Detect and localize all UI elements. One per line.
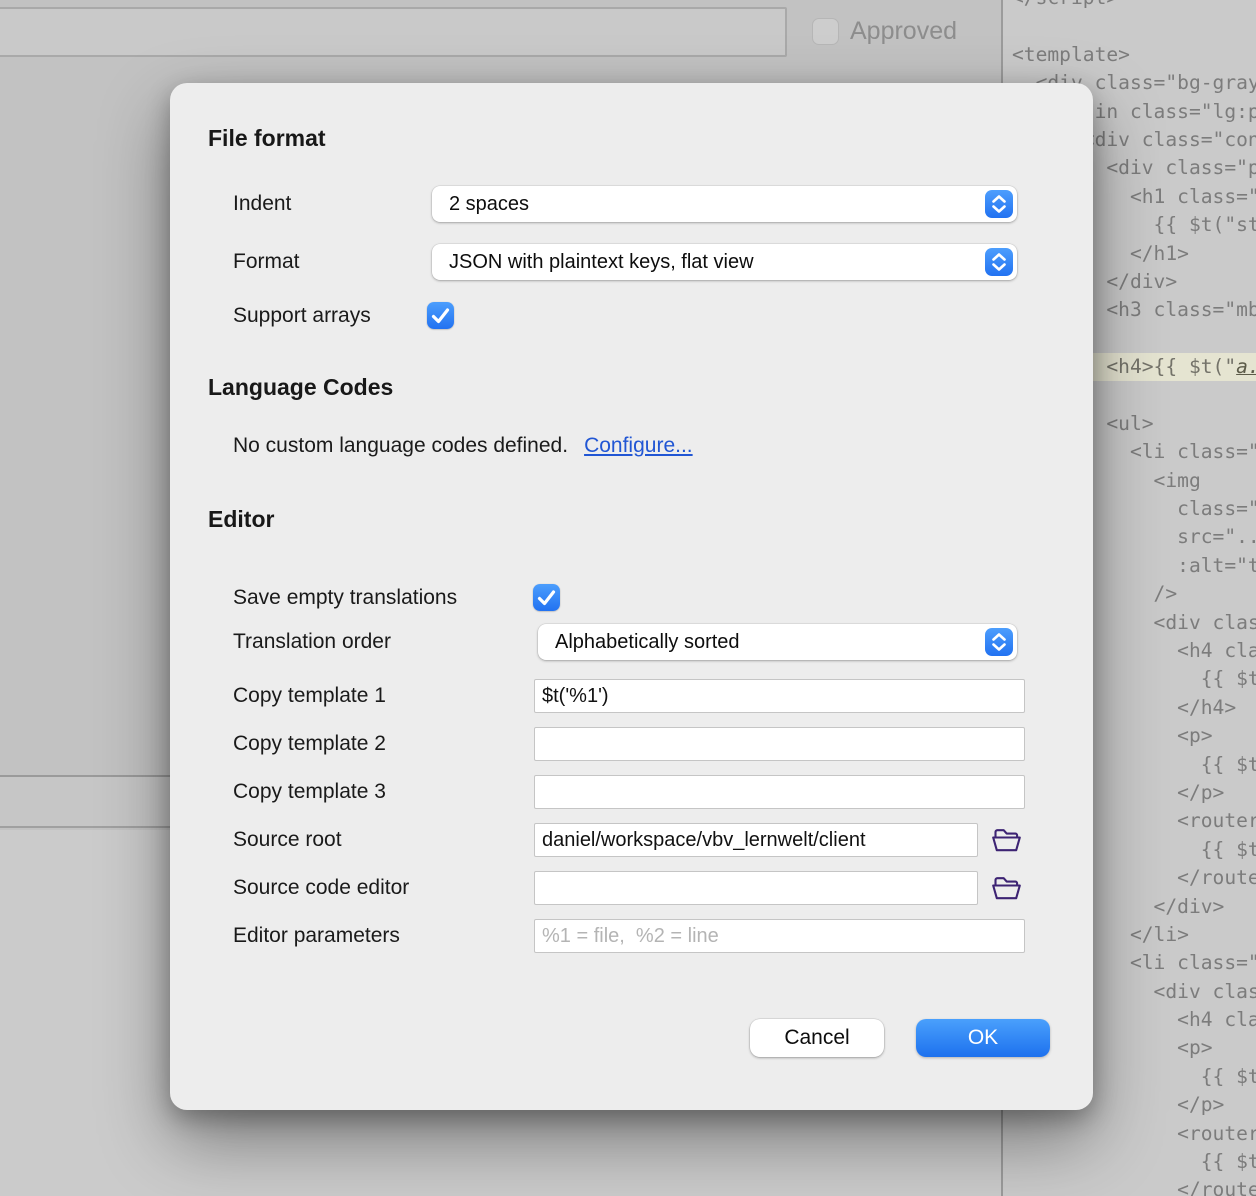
editor-parameters-row: Editor parameters: [170, 918, 1093, 954]
select-stepper-icon: [985, 190, 1013, 218]
format-select[interactable]: JSON with plaintext keys, flat view: [432, 244, 1017, 280]
translation-key-link[interactable]: a.: [1236, 355, 1256, 378]
format-label: Format: [233, 244, 300, 280]
file-format-heading: File format: [208, 123, 326, 153]
language-codes-status: No custom language codes defined. Config…: [233, 428, 693, 464]
language-codes-row: No custom language codes defined. Config…: [170, 428, 1093, 464]
format-select-value: JSON with plaintext keys, flat view: [432, 251, 754, 274]
copy-template-3-label: Copy template 3: [233, 774, 386, 810]
translation-order-row: Translation order Alphabetically sorted: [170, 624, 1093, 660]
code-line: </script>: [1003, 0, 1256, 12]
format-row: Format JSON with plaintext keys, flat vi…: [170, 244, 1093, 280]
translation-order-label: Translation order: [233, 624, 391, 660]
editor-heading: Editor: [208, 504, 274, 534]
support-arrays-row: Support arrays: [170, 298, 1093, 334]
translation-order-select[interactable]: Alphabetically sorted: [538, 624, 1017, 660]
dialog-buttons-row: Cancel OK: [170, 1019, 1093, 1055]
translation-order-value: Alphabetically sorted: [538, 631, 740, 654]
source-code-editor-input[interactable]: [534, 871, 978, 905]
copy-template-1-label: Copy template 1: [233, 678, 386, 714]
copy-template-1-row: Copy template 1: [170, 678, 1093, 714]
translation-textarea[interactable]: [0, 7, 787, 57]
source-root-row: Source root: [170, 822, 1093, 858]
language-codes-heading: Language Codes: [208, 372, 393, 402]
source-code-editor-label: Source code editor: [233, 870, 409, 906]
copy-template-3-row: Copy template 3: [170, 774, 1093, 810]
source-code-editor-browse-button[interactable]: [990, 872, 1022, 902]
configure-link[interactable]: Configure...: [584, 428, 693, 464]
language-codes-status-text: No custom language codes defined.: [233, 428, 568, 464]
support-arrays-label: Support arrays: [233, 298, 371, 334]
support-arrays-checkbox[interactable]: [427, 302, 454, 329]
cancel-button[interactable]: Cancel: [750, 1019, 884, 1057]
code-line: <router-: [1003, 1120, 1256, 1148]
source-root-input[interactable]: [534, 823, 978, 857]
save-empty-row: Save empty translations: [170, 580, 1093, 616]
source-code-editor-row: Source code editor: [170, 870, 1093, 906]
copy-template-1-input[interactable]: [534, 679, 1025, 713]
code-line: </router: [1003, 1176, 1256, 1196]
code-line: [1003, 12, 1256, 40]
copy-template-2-row: Copy template 2: [170, 726, 1093, 762]
save-empty-label: Save empty translations: [233, 580, 457, 616]
approved-checkbox-row: Approved: [812, 17, 957, 46]
copy-template-2-label: Copy template 2: [233, 726, 386, 762]
editor-parameters-label: Editor parameters: [233, 918, 400, 954]
approved-checkbox[interactable]: [812, 18, 839, 45]
approved-label: Approved: [850, 17, 957, 46]
copy-template-2-input[interactable]: [534, 727, 1025, 761]
indent-label: Indent: [233, 186, 291, 222]
indent-select[interactable]: 2 spaces: [432, 186, 1017, 222]
select-stepper-icon: [985, 248, 1013, 276]
select-stepper-icon: [985, 628, 1013, 656]
save-empty-checkbox[interactable]: [533, 584, 560, 611]
source-root-label: Source root: [233, 822, 342, 858]
indent-select-value: 2 spaces: [432, 193, 529, 216]
editor-parameters-input[interactable]: [534, 919, 1025, 953]
indent-row: Indent 2 spaces: [170, 186, 1093, 222]
source-root-browse-button[interactable]: [990, 824, 1022, 854]
settings-dialog: File format Indent 2 spaces Format JSON …: [170, 83, 1093, 1110]
code-line: {{ $t(: [1003, 1148, 1256, 1176]
code-line: <template>: [1003, 41, 1256, 69]
ok-button[interactable]: OK: [916, 1019, 1050, 1057]
copy-template-3-input[interactable]: [534, 775, 1025, 809]
